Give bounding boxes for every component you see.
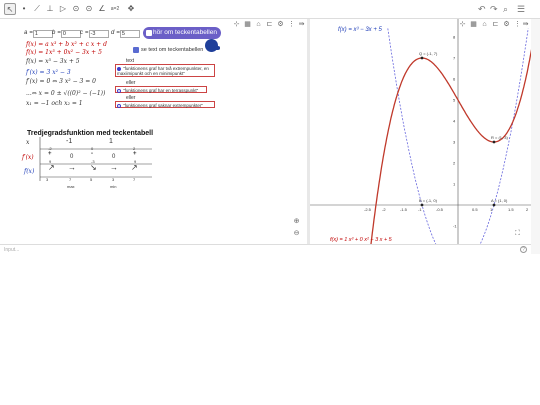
y-tick-label: 7: [453, 56, 456, 61]
circle-tool-icon[interactable]: ⊙: [70, 3, 82, 15]
table-f-header: f(x): [24, 168, 35, 175]
table-f-value-4: 3: [112, 177, 115, 182]
x-tick-label: -2.5: [364, 207, 372, 212]
table-f-arrow-2: →: [68, 163, 76, 172]
graphics-view-1[interactable]: ⊹ ▦ ⌂ ⊏ ⚙ ⋮ ⇛ a = 1 b = 0 c = -3 d = 5 h…: [0, 19, 307, 244]
point-q-label: Q = (-1, 7): [419, 51, 438, 56]
table-x-header: x: [26, 139, 30, 146]
graph-points: Q = (-1, 7) R = (1, 3) A = (1, 0) B = (-1, …: [419, 51, 508, 207]
geogebra-app: ↖ • ⟋ ⊥ ▷ ⊙ ⊙ ∠ a=2 ✥ ↶ ↷ ⌕ ☰ ⊹ ▦ ⌂ ⊏ ⚙ …: [0, 0, 540, 257]
menu-icon[interactable]: ☰: [517, 3, 525, 15]
function-graph[interactable]: -2.5-2-1.5-1-0.50.511.522.5-112345678 Q …: [310, 19, 531, 244]
help-icon[interactable]: ?: [520, 246, 527, 253]
table-f-arrow-3: ↘: [90, 163, 97, 172]
point-a-dot[interactable]: [492, 203, 496, 207]
point-r-label: R = (1, 3): [491, 135, 508, 140]
vertical-scrollbar[interactable]: [531, 19, 540, 254]
slider-tool-icon[interactable]: a=2: [109, 3, 121, 15]
table-f-arrow-5: ↗: [131, 163, 138, 172]
input-field[interactable]: Input...: [4, 247, 19, 253]
point-r-dot[interactable]: [492, 140, 496, 144]
table-fprime-zero-2: 0: [112, 154, 116, 160]
point-tool-icon[interactable]: •: [18, 3, 30, 15]
x-tick-label: -1.5: [400, 207, 408, 212]
line-tool-icon[interactable]: ⟋: [31, 3, 43, 15]
table-fprime-zero-1: 0: [70, 154, 74, 160]
x-tick-label: -1: [418, 207, 422, 212]
move-tool-icon[interactable]: ↖: [4, 3, 16, 15]
search-icon[interactable]: ⌕: [503, 3, 508, 15]
y-tick-label: 3: [453, 140, 456, 145]
fullscreen-icon[interactable]: ⛶: [513, 229, 522, 238]
polygon-tool-icon[interactable]: ▷: [57, 3, 69, 15]
point-a-label: A = (1, 0): [491, 198, 508, 203]
y-tick-label: 2: [453, 161, 456, 166]
main-toolbar: ↖ • ⟋ ⊥ ▷ ⊙ ⊙ ∠ a=2 ✥ ↶ ↷ ⌕ ☰: [0, 0, 540, 19]
table-f-arrow-4: →: [110, 163, 118, 172]
function-curve[interactable]: [370, 19, 531, 244]
zoom-in-icon[interactable]: ⊕: [292, 217, 301, 226]
angle-tool-icon[interactable]: ∠: [96, 3, 108, 15]
y-tick-label: 6: [453, 77, 456, 82]
ellipse-tool-icon[interactable]: ⊙: [83, 3, 95, 15]
point-b-label: B = (-1, 0): [419, 198, 438, 203]
y-tick-label: 1: [453, 182, 456, 187]
table-x-value-1: -1: [66, 138, 73, 145]
zoom-out-icon[interactable]: ⊖: [292, 229, 301, 238]
x-tick-label: 1.5: [508, 207, 514, 212]
x-tick-label: 2: [526, 207, 529, 212]
y-tick-label: 8: [453, 35, 456, 40]
graphics-view-2[interactable]: ⊹ ▦ ⌂ ⊏ ⚙ ⋮ ⇛ -2.5-2-1.5-1-0.50.511.522.…: [310, 19, 531, 244]
table-fprime-sign-2: -: [91, 151, 93, 157]
table-x-value-2: 1: [109, 138, 113, 145]
table-fprime-sign-1: +: [48, 151, 52, 157]
y-tick-label: 4: [453, 119, 456, 124]
x-tick-label: -0.5: [436, 207, 444, 212]
redo-icon[interactable]: ↷: [490, 3, 498, 15]
graph-label-full: f(x) = 1 x³ + 0 x² − 3 x + 5: [330, 237, 393, 243]
perpendicular-tool-icon[interactable]: ⊥: [44, 3, 56, 15]
undo-icon[interactable]: ↶: [478, 3, 486, 15]
table-f-value-1: 3: [46, 177, 49, 182]
input-bar[interactable]: Input... ?: [0, 244, 531, 254]
x-tick-label: 0.5: [472, 207, 478, 212]
table-f-value-3: 5: [90, 177, 93, 182]
move-graphics-tool-icon[interactable]: ✥: [125, 3, 137, 15]
y-tick-label: -1: [453, 224, 457, 229]
table-min-label: min: [110, 184, 117, 189]
table-f-arrow-1: ↗: [48, 163, 55, 172]
table-f-value-5: 7: [133, 177, 136, 182]
sign-table: [39, 137, 152, 181]
table-fprime-sign-3: +: [133, 151, 137, 157]
y-tick-label: 5: [453, 98, 456, 103]
x-tick-label: -2: [382, 207, 386, 212]
graph-label-f: f(x) = x³ − 3x + 5: [338, 27, 383, 33]
point-q-dot[interactable]: [420, 56, 424, 60]
table-f-value-2: 7: [69, 177, 72, 182]
point-b-dot[interactable]: [420, 203, 424, 207]
table-fprime-header: f′(x): [22, 154, 34, 161]
table-max-label: max: [67, 184, 75, 189]
